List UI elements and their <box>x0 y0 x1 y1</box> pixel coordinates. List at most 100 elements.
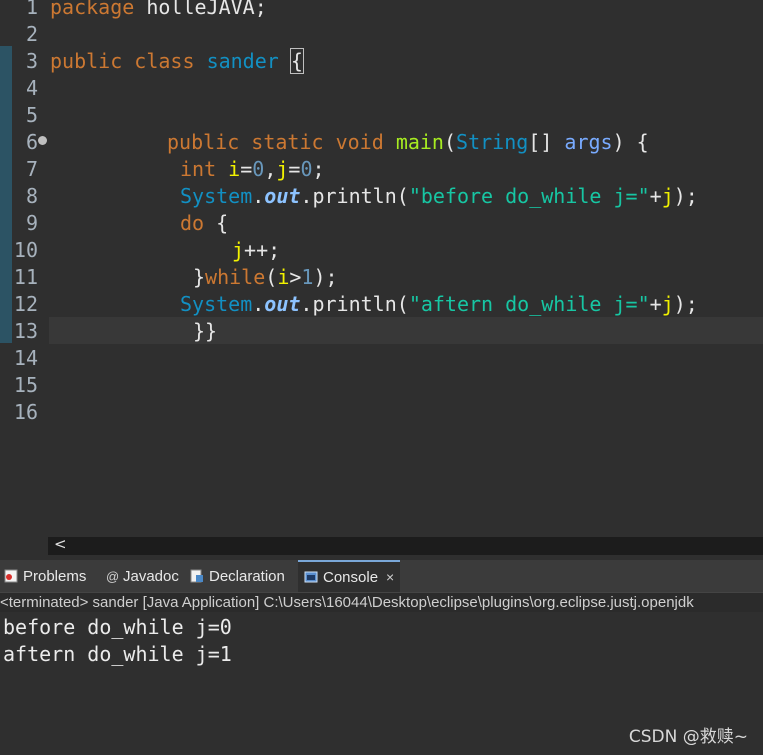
view-tab-bar: Problems @ Javadoc Declaration Console × <box>0 560 763 592</box>
code-text: ); <box>673 292 698 316</box>
console-line: before do_while j=0 <box>3 615 232 639</box>
code-text: ++; <box>244 238 281 262</box>
line-number: 11 <box>13 265 38 289</box>
console-line: aftern do_while j=1 <box>3 642 232 666</box>
line-number: 5 <box>25 103 38 127</box>
line-number: 4 <box>25 76 38 100</box>
tab-declaration[interactable]: Declaration <box>190 560 285 592</box>
current-line-highlight <box>49 317 763 344</box>
code-text: ; <box>312 157 325 181</box>
code-text: { <box>204 211 229 235</box>
code-text: ( <box>443 130 457 154</box>
code-text: = <box>288 157 301 181</box>
code-line-13[interactable]: }} <box>193 318 217 345</box>
local-var: i <box>228 157 241 181</box>
keyword: public <box>50 49 123 73</box>
keyword: static <box>251 130 324 154</box>
code-text: . <box>300 292 313 316</box>
matching-brace: { <box>289 48 304 74</box>
line-number: 13 <box>13 319 38 343</box>
code-text: ) <box>612 130 625 154</box>
code-text: ( <box>396 292 409 316</box>
parameter: args <box>564 130 613 154</box>
keyword: package <box>50 0 135 19</box>
line-number: 8 <box>25 184 38 208</box>
class-name: System <box>180 292 253 316</box>
code-text: > <box>289 265 302 289</box>
code-line-9[interactable]: do { <box>180 210 228 237</box>
code-text: ( <box>265 265 278 289</box>
code-text: . <box>252 184 265 208</box>
tab-label: Console <box>323 568 379 586</box>
line-number: 15 <box>13 373 38 397</box>
type-name: String <box>456 130 529 154</box>
line-number: 9 <box>25 211 38 235</box>
close-icon[interactable]: × <box>386 569 394 585</box>
code-text: holleJAVA; <box>134 0 267 19</box>
method-name: println <box>312 292 397 316</box>
class-name: System <box>180 184 253 208</box>
watermark: CSDN @救赎~ <box>628 727 748 747</box>
code-text: } <box>193 265 206 289</box>
console-icon <box>304 570 318 584</box>
keyword: class <box>134 49 195 73</box>
string-literal: "aftern do_while j=" <box>408 292 650 316</box>
code-text: ( <box>396 184 409 208</box>
method-name: main <box>395 130 444 154</box>
fold-marker-icon[interactable] <box>38 136 47 145</box>
local-var: j <box>276 157 289 181</box>
local-var: j <box>232 238 245 262</box>
code-line-12[interactable]: System.out.println("aftern do_while j="+… <box>180 291 698 318</box>
number: 0 <box>300 157 313 181</box>
local-var: j <box>661 184 674 208</box>
code-line-11[interactable]: }while(i>1); <box>193 264 338 291</box>
code-text: [] <box>528 130 553 154</box>
code-line-8[interactable]: System.out.println("before do_while j="+… <box>180 183 698 210</box>
code-line-7[interactable]: int i=0,j=0; <box>180 156 325 183</box>
static-field: out <box>264 292 301 316</box>
code-line-6[interactable]: public static void main(String[] args) { <box>167 129 649 156</box>
string-literal: "before do_while j=" <box>408 184 650 208</box>
code-text: + <box>649 292 662 316</box>
tab-console[interactable]: Console × <box>298 560 401 592</box>
line-number: 14 <box>13 346 38 370</box>
line-number: 2 <box>25 22 38 46</box>
code-editor[interactable]: 1 2 3 4 5 6 7 8 9 10 11 12 13 14 15 16 p… <box>0 0 763 537</box>
code-text: , <box>264 157 277 181</box>
code-line-3[interactable]: public class sander { <box>50 48 304 75</box>
problems-icon <box>4 569 18 583</box>
tab-label: Problems <box>23 567 87 585</box>
code-text: = <box>240 157 253 181</box>
line-number: 3 <box>25 49 38 73</box>
code-text: ); <box>673 184 698 208</box>
tab-problems[interactable]: Problems <box>4 560 86 592</box>
keyword: void <box>335 130 384 154</box>
line-number: 1 <box>25 0 38 19</box>
console-status: <terminated> sander [Java Application] C… <box>0 592 763 613</box>
line-number: 12 <box>13 292 38 316</box>
keyword: int <box>180 157 217 181</box>
code-text: . <box>300 184 313 208</box>
keyword: public <box>167 130 240 154</box>
code-text: + <box>649 184 662 208</box>
number: 1 <box>301 265 314 289</box>
line-number: 6 <box>25 130 38 154</box>
line-number: 10 <box>13 238 38 262</box>
horizontal-scrollbar[interactable] <box>48 537 763 555</box>
line-number: 7 <box>25 157 38 181</box>
number: 0 <box>252 157 265 181</box>
code-line-10[interactable]: j++; <box>232 237 280 264</box>
declaration-icon <box>190 569 204 583</box>
code-text: }} <box>193 319 218 343</box>
line-number: 16 <box>13 400 38 424</box>
local-var: j <box>661 292 674 316</box>
tab-javadoc[interactable]: @ Javadoc <box>106 560 179 592</box>
local-var: i <box>277 265 290 289</box>
code-line-1[interactable]: package holleJAVA; <box>50 0 267 21</box>
code-text: . <box>252 292 265 316</box>
static-field: out <box>264 184 301 208</box>
keyword: while <box>205 265 266 289</box>
method-name: println <box>312 184 397 208</box>
scroll-left-icon[interactable]: < <box>54 535 67 553</box>
code-text: ); <box>313 265 338 289</box>
